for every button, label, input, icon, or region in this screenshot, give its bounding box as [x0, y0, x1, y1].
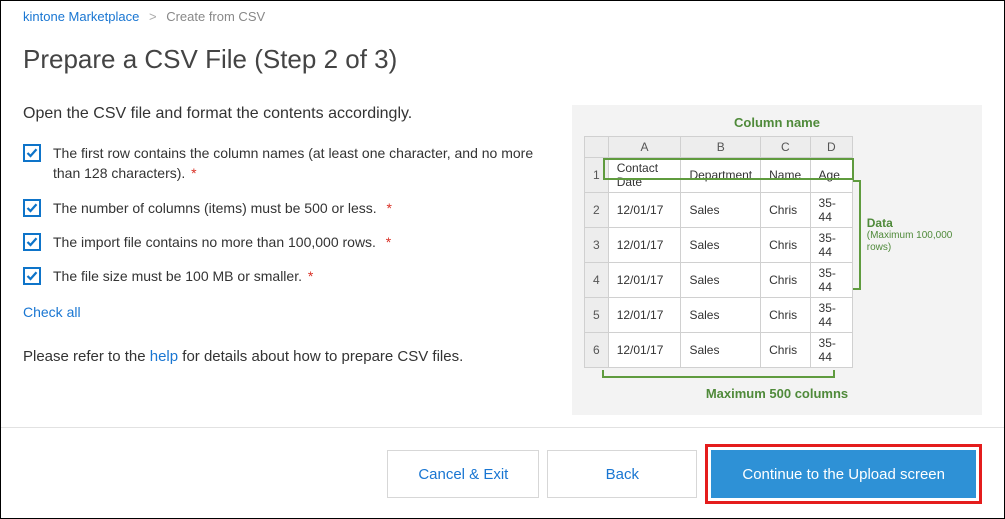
data-cell: 35-44	[810, 298, 853, 333]
continue-highlight: Continue to the Upload screen	[705, 444, 982, 504]
data-cell: Chris	[761, 228, 810, 263]
footer-actions: Cancel & Exit Back Continue to the Uploa…	[1, 427, 1004, 504]
checklist-item: The number of columns (items) must be 50…	[23, 198, 548, 218]
check-icon	[26, 202, 38, 214]
requirements-checklist: The first row contains the column names …	[23, 143, 548, 286]
check-icon	[26, 147, 38, 159]
data-bracket	[853, 180, 861, 290]
help-text-prefix: Please refer to the	[23, 348, 150, 365]
check-icon	[26, 236, 38, 248]
check-icon	[26, 270, 38, 282]
cancel-button[interactable]: Cancel & Exit	[387, 450, 539, 498]
table-header-row: 1 Contact Date Department Name Age	[585, 158, 853, 193]
data-cell: 35-44	[810, 228, 853, 263]
page-title: Prepare a CSV File (Step 2 of 3)	[23, 44, 982, 75]
data-cell: 12/01/17	[608, 263, 681, 298]
checklist-item: The import file contains no more than 10…	[23, 232, 548, 252]
data-cell: Sales	[681, 228, 761, 263]
checklist-label: The file size must be 100 MB or smaller.	[53, 268, 302, 284]
data-cell: 12/01/17	[608, 228, 681, 263]
row-number: 5	[585, 298, 609, 333]
data-cell: 35-44	[810, 193, 853, 228]
col-header: B	[681, 137, 761, 158]
row-number: 2	[585, 193, 609, 228]
table-row: 3 12/01/17 Sales Chris 35-44	[585, 228, 853, 263]
col-header: C	[761, 137, 810, 158]
breadcrumb-separator: >	[149, 9, 157, 24]
header-cell: Age	[810, 158, 853, 193]
data-cell: Sales	[681, 193, 761, 228]
required-marker: *	[378, 234, 391, 250]
checkbox[interactable]	[23, 267, 41, 285]
table-row: 6 12/01/17 Sales Chris 35-44	[585, 333, 853, 368]
data-cell: 12/01/17	[608, 298, 681, 333]
data-label-title: Data	[867, 216, 893, 230]
instruction-text: Open the CSV file and format the content…	[23, 105, 548, 123]
breadcrumb-current: Create from CSV	[166, 9, 265, 24]
data-cell: Sales	[681, 263, 761, 298]
check-all-link[interactable]: Check all	[23, 304, 548, 320]
page-container: kintone Marketplace > Create from CSV Pr…	[0, 0, 1005, 519]
row-number: 6	[585, 333, 609, 368]
sample-spreadsheet: A B C D 1 Contact Date Department Name A…	[584, 136, 853, 368]
breadcrumb-parent[interactable]: kintone Marketplace	[23, 9, 139, 24]
row-number: 1	[585, 158, 609, 193]
header-cell: Name	[761, 158, 810, 193]
checkbox[interactable]	[23, 144, 41, 162]
max-columns-label: Maximum 500 columns	[584, 386, 970, 401]
data-cell: 35-44	[810, 263, 853, 298]
header-cell: Contact Date	[608, 158, 681, 193]
back-button[interactable]: Back	[547, 450, 697, 498]
data-cell: Chris	[761, 333, 810, 368]
checkbox[interactable]	[23, 199, 41, 217]
help-text: Please refer to the help for details abo…	[23, 348, 548, 365]
table-row: 5 12/01/17 Sales Chris 35-44	[585, 298, 853, 333]
columns-bracket	[602, 370, 835, 378]
data-cell: 12/01/17	[608, 193, 681, 228]
column-name-label: Column name	[584, 115, 970, 130]
header-cell: Department	[681, 158, 761, 193]
data-cell: Chris	[761, 263, 810, 298]
col-header: A	[608, 137, 681, 158]
col-header: D	[810, 137, 853, 158]
data-label: Data (Maximum 100,000 rows)	[867, 216, 970, 254]
checklist-label: The number of columns (items) must be 50…	[53, 200, 377, 216]
required-marker: *	[304, 268, 313, 284]
data-cell: Sales	[681, 298, 761, 333]
data-cell: 35-44	[810, 333, 853, 368]
breadcrumb: kintone Marketplace > Create from CSV	[23, 9, 982, 24]
required-marker: *	[187, 165, 196, 181]
row-number: 3	[585, 228, 609, 263]
help-link[interactable]: help	[150, 348, 178, 365]
checklist-label: The first row contains the column names …	[53, 145, 533, 181]
sheet-corner	[585, 137, 609, 158]
data-cell: Sales	[681, 333, 761, 368]
data-label-sub: (Maximum 100,000 rows)	[867, 230, 970, 254]
help-text-suffix: for details about how to prepare CSV fil…	[178, 348, 463, 365]
checkbox[interactable]	[23, 233, 41, 251]
data-cell: 12/01/17	[608, 333, 681, 368]
checklist-label: The import file contains no more than 10…	[53, 234, 376, 250]
data-cell: Chris	[761, 298, 810, 333]
checklist-item: The file size must be 100 MB or smaller.…	[23, 266, 548, 286]
checklist-item: The first row contains the column names …	[23, 143, 548, 184]
continue-button[interactable]: Continue to the Upload screen	[711, 450, 976, 498]
table-row: 4 12/01/17 Sales Chris 35-44	[585, 263, 853, 298]
required-marker: *	[379, 200, 392, 216]
row-number: 4	[585, 263, 609, 298]
table-row: 2 12/01/17 Sales Chris 35-44	[585, 193, 853, 228]
data-cell: Chris	[761, 193, 810, 228]
csv-illustration: Column name A B C D 1 Contact Date	[572, 105, 982, 415]
